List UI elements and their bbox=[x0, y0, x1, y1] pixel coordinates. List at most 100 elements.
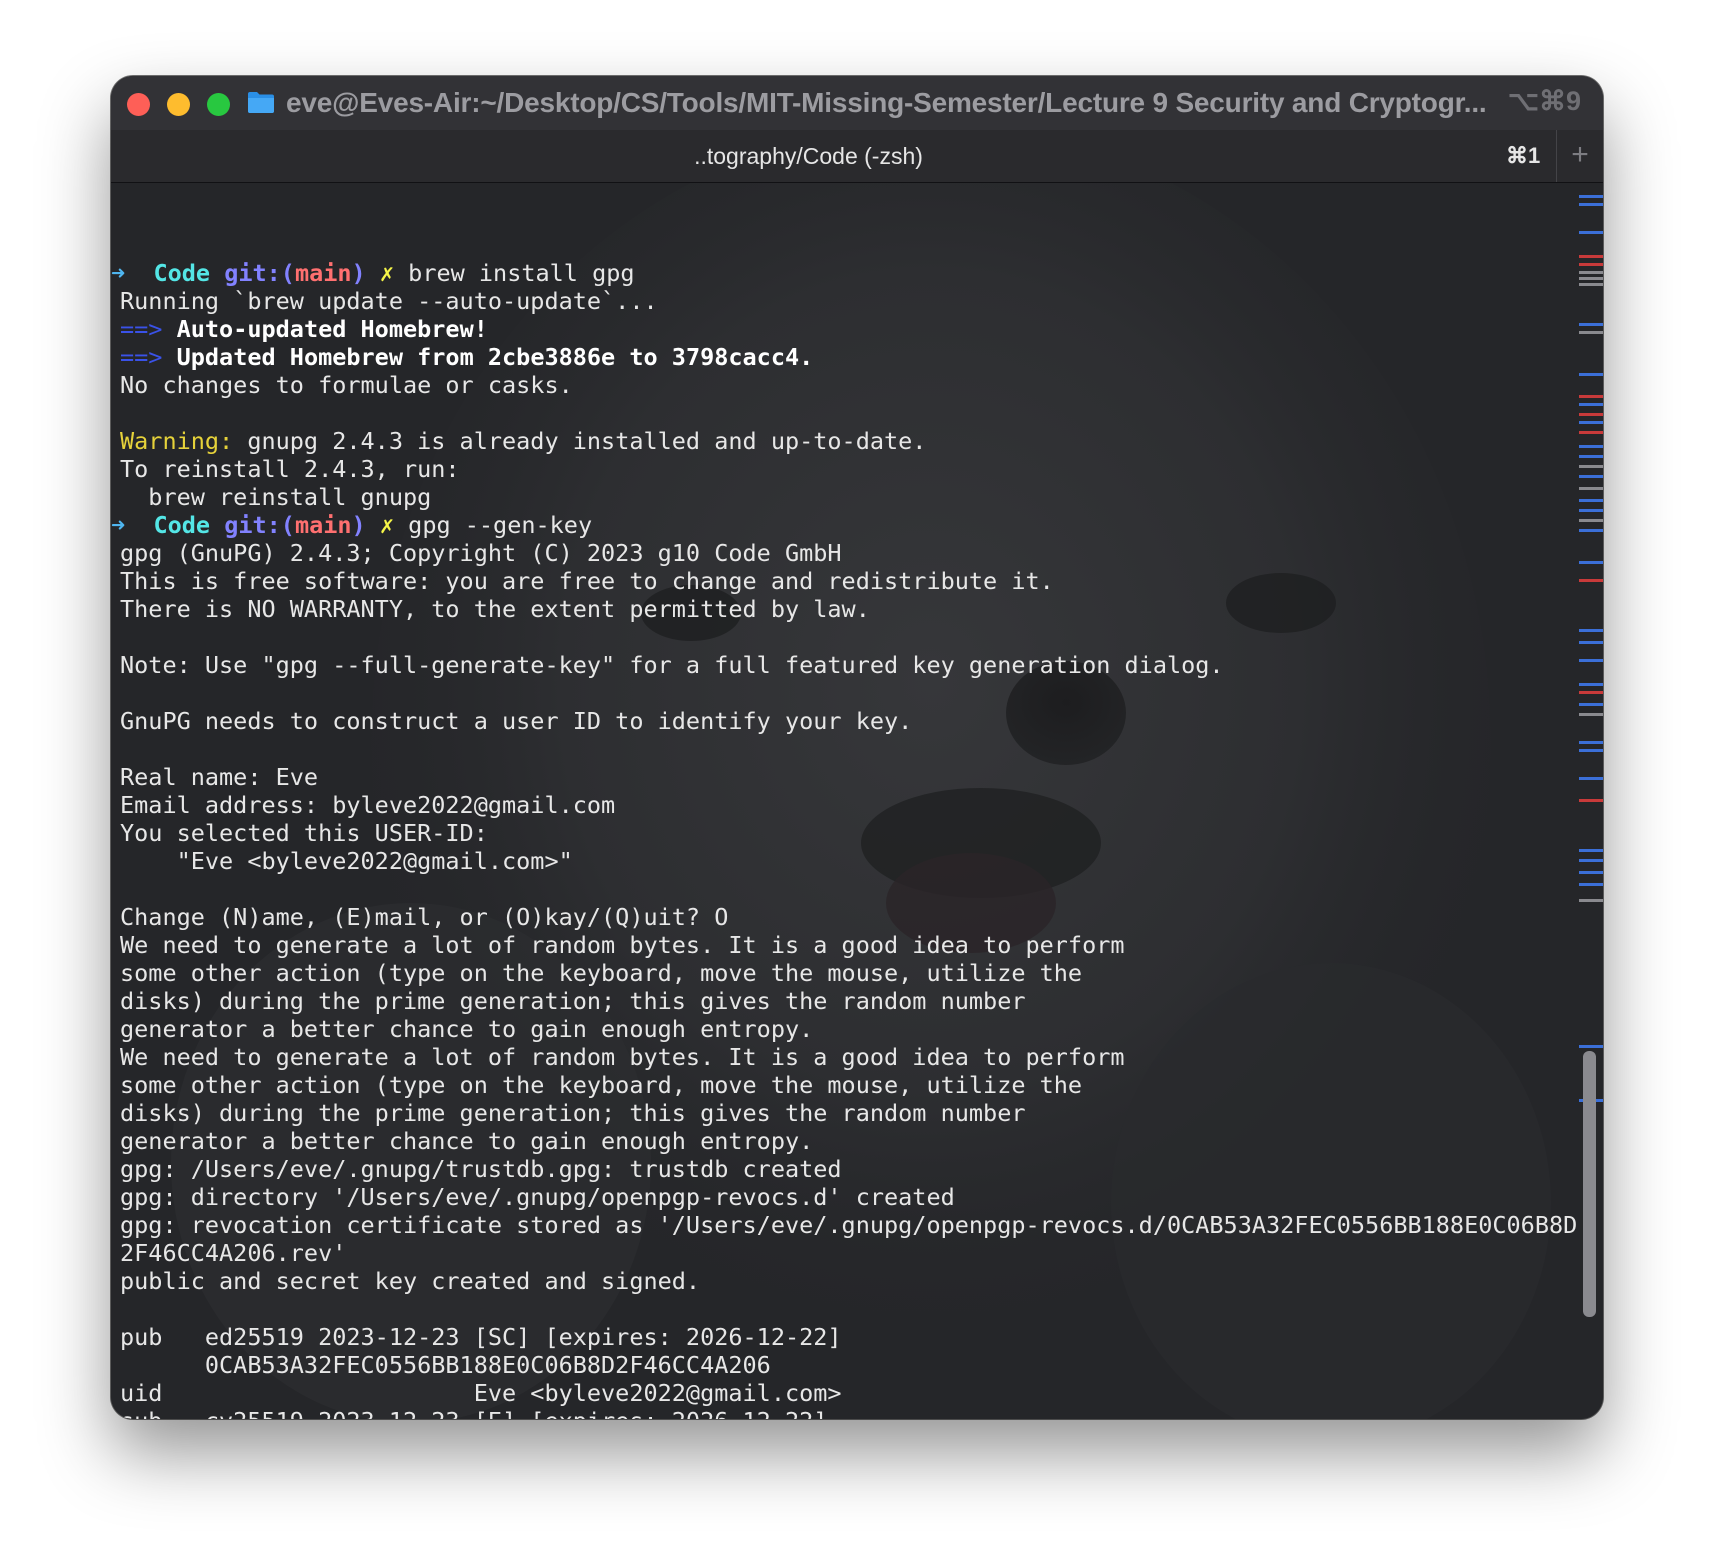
terminal-area[interactable]: ➜ Code git:(main) ✗ brew install gpg Runn… bbox=[111, 183, 1603, 1419]
output-line: ==> Auto-updated Homebrew! bbox=[120, 315, 1577, 343]
output-text: We need to generate a lot of random byte… bbox=[120, 1043, 1125, 1071]
output-line: generator a better chance to gain enough… bbox=[120, 1015, 1577, 1043]
tab-title[interactable]: ..tography/Code (-zsh) bbox=[111, 143, 1506, 170]
prompt-arrow-icon: ➜ bbox=[111, 511, 126, 539]
output-text: There is NO WARRANTY, to the extent perm… bbox=[120, 595, 870, 623]
output-line: generator a better chance to gain enough… bbox=[120, 1127, 1577, 1155]
output-line: sub cv25519 2023-12-23 [E] [expires: 202… bbox=[120, 1407, 1577, 1419]
minimap-mark bbox=[1579, 475, 1603, 478]
prompt-git-suffix: ) bbox=[351, 511, 366, 539]
output-line: disks) during the prime generation; this… bbox=[120, 987, 1577, 1015]
minimap-mark bbox=[1579, 799, 1603, 802]
prompt-branch: main bbox=[294, 511, 352, 539]
output-text: gpg: /Users/eve/.gnupg/trustdb.gpg: trus… bbox=[120, 1155, 842, 1183]
output-line: 2F46CC4A206.rev' bbox=[120, 1239, 1577, 1267]
minimap-mark bbox=[1579, 203, 1603, 206]
prompt-git-prefix: git:( bbox=[224, 511, 295, 539]
output-text: Change (N)ame, (E)mail, or (O)kay/(Q)uit… bbox=[120, 903, 729, 931]
output-line: gpg: directory '/Users/eve/.gnupg/openpg… bbox=[120, 1183, 1577, 1211]
output-line: To reinstall 2.4.3, run: bbox=[120, 455, 1577, 483]
output-line: some other action (type on the keyboard,… bbox=[120, 959, 1577, 987]
output-line: You selected this USER-ID: bbox=[120, 819, 1577, 847]
minimap-mark bbox=[1579, 331, 1603, 334]
tab-shortcut: ⌘1 bbox=[1506, 143, 1541, 168]
minimap-mark bbox=[1579, 749, 1603, 752]
output-line: uid Eve <byleve2022@gmail.com> bbox=[120, 1379, 1577, 1407]
output-text: To reinstall 2.4.3, run: bbox=[120, 455, 460, 483]
minimap-mark bbox=[1579, 509, 1603, 512]
minimap-mark bbox=[1579, 455, 1603, 458]
prompt-command: brew install gpg bbox=[408, 259, 635, 287]
minimize-button[interactable] bbox=[167, 93, 190, 116]
output-text: gpg (GnuPG) 2.4.3; Copyright (C) 2023 g1… bbox=[120, 539, 842, 567]
output-line: Email address: byleve2022@gmail.com bbox=[120, 791, 1577, 819]
minimap-mark bbox=[1579, 395, 1603, 398]
folder-icon bbox=[248, 92, 274, 113]
minimap-mark bbox=[1579, 871, 1603, 874]
output-line: 0CAB53A32FEC0556BB188E0C06B8D2F46CC4A206 bbox=[120, 1351, 1577, 1379]
prompt-dirty-icon: ✗ bbox=[379, 511, 395, 539]
minimap-mark bbox=[1579, 421, 1603, 424]
output-line: pub ed25519 2023-12-23 [SC] [expires: 20… bbox=[120, 1323, 1577, 1351]
minimap-mark bbox=[1579, 263, 1603, 266]
output-line: We need to generate a lot of random byte… bbox=[120, 1043, 1577, 1071]
prompt-branch: main bbox=[294, 259, 352, 287]
output-line: Note: Use "gpg --full-generate-key" for … bbox=[120, 651, 1577, 679]
new-tab-button[interactable]: + bbox=[1557, 130, 1603, 182]
window-shortcut: ⌥⌘9 bbox=[1507, 86, 1581, 116]
output-line: some other action (type on the keyboard,… bbox=[120, 1071, 1577, 1099]
output-text: generator a better chance to gain enough… bbox=[120, 1127, 814, 1155]
brew-message: Updated Homebrew from 2cbe3886e to 3798c… bbox=[176, 343, 814, 371]
tab-bar: ..tography/Code (-zsh) ⌘1 + bbox=[111, 130, 1603, 183]
output-text: some other action (type on the keyboard,… bbox=[120, 959, 1083, 987]
minimap-mark bbox=[1579, 277, 1603, 280]
output-line: "Eve <byleve2022@gmail.com>" bbox=[120, 847, 1577, 875]
minimap-mark bbox=[1579, 691, 1603, 694]
minimap-mark bbox=[1579, 271, 1603, 274]
output-text: sub cv25519 2023-12-23 [E] [expires: 202… bbox=[120, 1407, 827, 1419]
minimap-mark bbox=[1579, 283, 1603, 286]
prompt-git-prefix: git:( bbox=[224, 259, 295, 287]
output-text: gpg: revocation certificate stored as '/… bbox=[120, 1211, 1578, 1239]
output-line: Running `brew update --auto-update`... bbox=[120, 287, 1577, 315]
minimap-mark bbox=[1579, 465, 1603, 468]
minimap-mark bbox=[1579, 849, 1603, 852]
output-text: public and secret key created and signed… bbox=[120, 1267, 701, 1295]
prompt-line: ➜ Code git:(main) ✗ gpg --gen-key bbox=[111, 511, 1577, 539]
terminal-window: eve@Eves-Air:~/Desktop/CS/Tools/MIT-Miss… bbox=[111, 76, 1603, 1419]
output-text: You selected this USER-ID: bbox=[120, 819, 488, 847]
output-line: This is free software: you are free to c… bbox=[120, 567, 1577, 595]
output-text: No changes to formulae or casks. bbox=[120, 371, 573, 399]
output-text: brew reinstall gnupg bbox=[120, 483, 432, 511]
minimap-mark bbox=[1579, 703, 1603, 706]
output-line: ==> Updated Homebrew from 2cbe3886e to 3… bbox=[120, 343, 1577, 371]
minimap-mark bbox=[1579, 487, 1603, 490]
minimap-mark bbox=[1579, 499, 1603, 502]
output-line: We need to generate a lot of random byte… bbox=[120, 931, 1577, 959]
output-line: There is NO WARRANTY, to the extent perm… bbox=[120, 595, 1577, 623]
minimap-mark bbox=[1579, 431, 1603, 434]
terminal-output: ➜ Code git:(main) ✗ brew install gpg Runn… bbox=[111, 259, 1578, 1419]
brew-arrow-marker: ==> bbox=[120, 343, 163, 371]
minimap-mark bbox=[1579, 323, 1603, 326]
minimap-mark bbox=[1579, 255, 1603, 258]
output-text: 2F46CC4A206.rev' bbox=[120, 1239, 347, 1267]
close-button[interactable] bbox=[127, 93, 150, 116]
title-bar[interactable]: eve@Eves-Air:~/Desktop/CS/Tools/MIT-Miss… bbox=[111, 76, 1603, 130]
output-text: This is free software: you are free to c… bbox=[120, 567, 1054, 595]
output-text: Note: Use "gpg --full-generate-key" for … bbox=[120, 651, 1224, 679]
minimap-mark bbox=[1579, 741, 1603, 744]
output-line: disks) during the prime generation; this… bbox=[120, 1099, 1577, 1127]
scrollbar-thumb[interactable] bbox=[1583, 1051, 1596, 1317]
output-line: Warning: gnupg 2.4.3 is already installe… bbox=[120, 427, 1577, 455]
minimap-mark bbox=[1579, 713, 1603, 716]
minimap-mark bbox=[1579, 445, 1603, 448]
minimap-mark bbox=[1579, 231, 1603, 234]
maximize-button[interactable] bbox=[207, 93, 230, 116]
prompt-command: gpg --gen-key bbox=[408, 511, 593, 539]
prompt-arrow-icon: ➜ bbox=[111, 259, 126, 287]
